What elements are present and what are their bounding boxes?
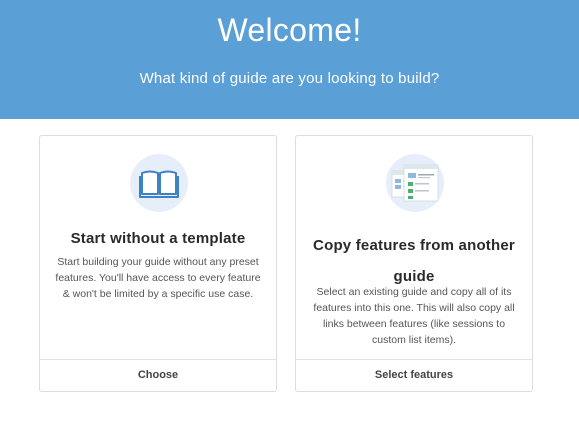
card-description: Start building your guide without any pr… [55,256,261,300]
page-subtitle: What kind of guide are you looking to bu… [139,70,440,87]
book-icon-circle [130,154,188,212]
welcome-header: Welcome! What kind of guide are you look… [0,0,579,119]
copy-screens-icon [391,164,439,202]
copy-features-card[interactable]: Copy features from another guide Select … [295,135,533,392]
copy-icon-circle [386,154,444,212]
book-icon [139,170,179,198]
start-without-template-card[interactable]: Start without a template Start building … [39,135,277,392]
card-heading: Start without a template [70,230,246,247]
select-features-button[interactable]: Select features [296,359,532,391]
choose-button[interactable]: Choose [40,359,276,391]
page-title: Welcome! [217,12,362,48]
card-description: Select an existing guide and copy all of… [313,286,515,346]
card-heading: Copy features from another guide [313,237,515,285]
